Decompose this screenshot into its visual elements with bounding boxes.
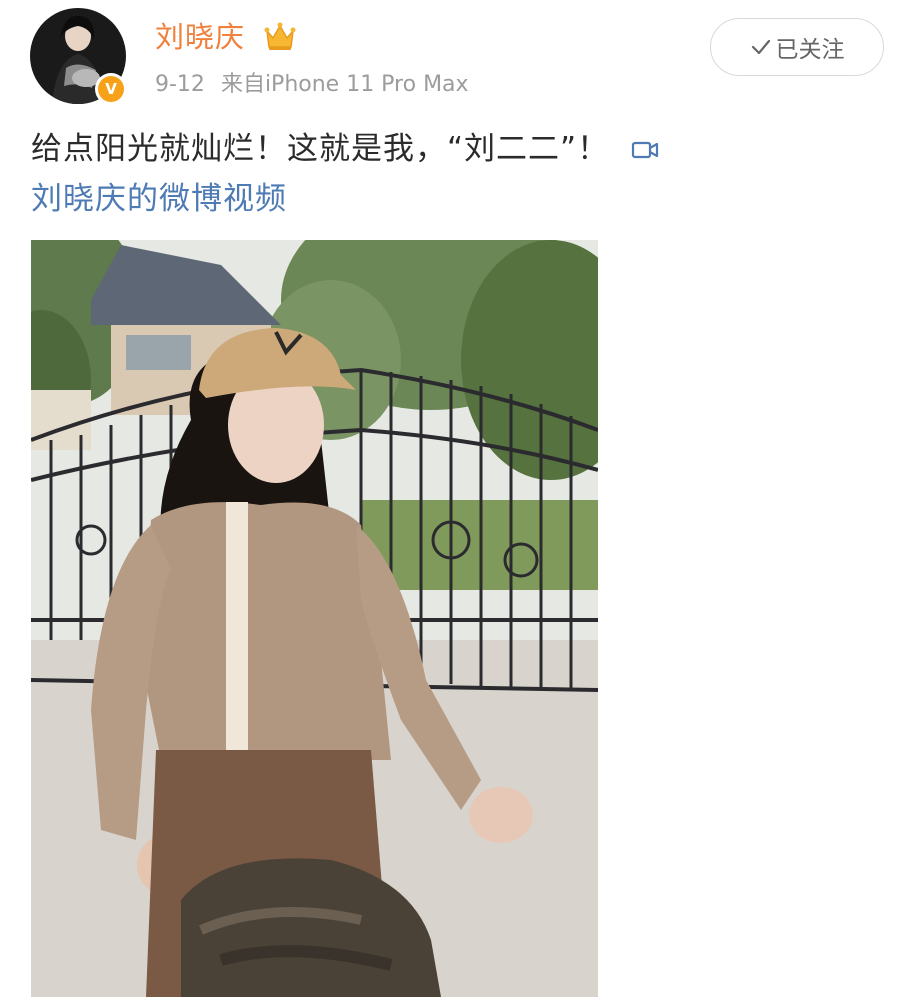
weibo-post: V 刘晓庆 9-12 来自iPhone 11 Pro Max 已关注 给点阳光就灿… [0,0,917,1000]
verified-v-icon: V [98,76,124,102]
post-body: 给点阳光就灿烂！这就是我，“刘二二”！ [31,131,610,167]
post-source: 来自iPhone 11 Pro Max [220,72,469,97]
video-camera-icon [632,141,659,159]
verified-badge-icon: V [95,73,127,105]
video-link[interactable] [609,131,661,167]
post-text: 给点阳光就灿烂！这就是我，“刘二二”！ 刘晓庆的微博视频 [31,124,891,224]
post-meta: 9-12 来自iPhone 11 Pro Max [155,70,469,100]
video-link-label[interactable]: 刘晓庆的微博视频 [31,181,287,217]
check-icon [751,39,770,55]
follow-button-label: 已关注 [775,37,845,63]
author-name[interactable]: 刘晓庆 [155,17,245,57]
crown-icon [264,22,296,50]
follow-button[interactable]: 已关注 [710,18,884,76]
post-photo[interactable] [31,240,598,997]
post-date: 9-12 [155,72,205,97]
